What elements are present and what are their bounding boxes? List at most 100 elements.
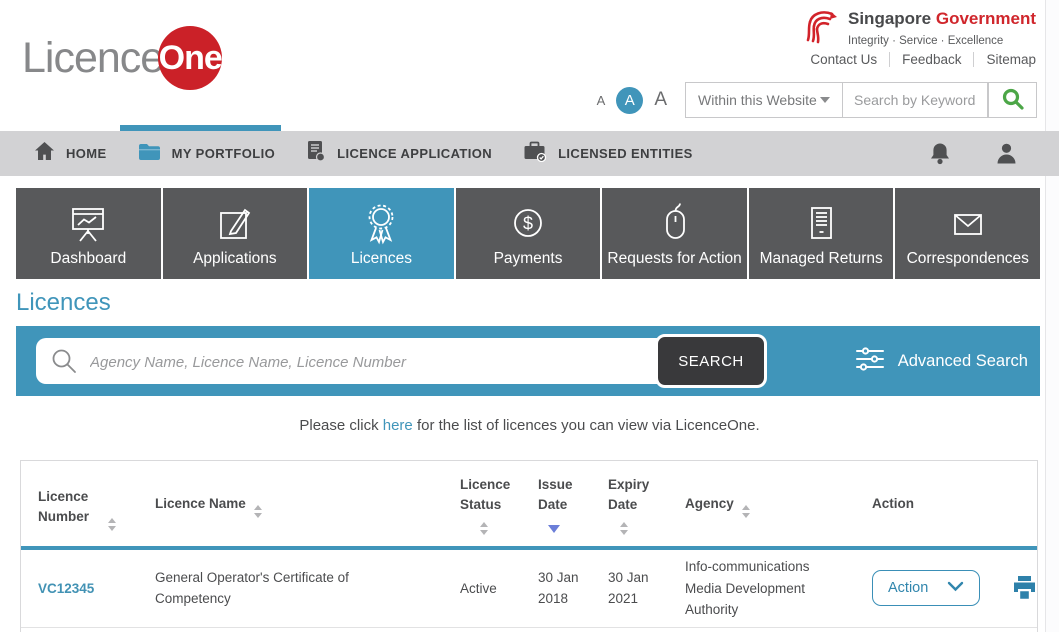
sort-icon[interactable] (254, 505, 262, 518)
sort-icon[interactable] (480, 522, 538, 535)
tab-dashboard[interactable]: Dashboard (16, 188, 161, 279)
font-size-large-button[interactable]: A (654, 89, 667, 111)
folder-icon (138, 142, 161, 166)
applications-edit-icon (213, 200, 257, 248)
site-search-bar: A A A Within this Website (597, 82, 1037, 118)
tab-requests-for-action[interactable]: Requests for Action (602, 188, 747, 279)
licence-number-cell: VC12345 (38, 578, 155, 600)
col-header-agency[interactable]: Agency (685, 461, 872, 546)
singapore-government-logo: Singapore Government Integrity · Service… (804, 8, 1036, 53)
search-scope-value: Within this Website (698, 92, 817, 108)
action-dropdown-button[interactable]: Action (872, 570, 980, 606)
tab-dashboard-label: Dashboard (50, 250, 126, 268)
licence-status-cell: Active (460, 578, 538, 600)
status-value: Active (460, 581, 497, 596)
nav-my-portfolio[interactable]: MY PORTFOLIO (138, 142, 276, 166)
tab-managed-returns[interactable]: Managed Returns (749, 188, 894, 279)
document-seal-icon (306, 140, 326, 167)
keyword-search-input[interactable] (843, 82, 988, 118)
home-icon (34, 141, 55, 166)
licence-name-cell: General Operator's Certificate of Compet… (155, 567, 460, 610)
nav-licensed-entities-label: LICENSED ENTITIES (558, 146, 693, 161)
licences-table: Licence Number Licence Name Licence Stat… (20, 460, 1038, 632)
portfolio-tabs: Dashboard Applications Licences (16, 188, 1040, 279)
nav-licence-application-label: LICENCE APPLICATION (337, 146, 492, 161)
page-title: Licences (16, 289, 111, 317)
sliders-icon (855, 346, 885, 377)
font-size-small-button[interactable]: A (597, 93, 606, 108)
chevron-down-icon (820, 97, 830, 103)
table-header-row: Licence Number Licence Name Licence Stat… (21, 461, 1037, 546)
site-search-button[interactable] (988, 82, 1037, 118)
search-icon (50, 347, 78, 380)
action-cell: Action (872, 570, 1038, 606)
col-header-issue-date[interactable]: Issue Date (538, 461, 608, 546)
notice-text-pre: Please click (299, 417, 382, 434)
search-icon (1001, 87, 1025, 114)
svg-text:$: $ (523, 214, 533, 234)
search-button[interactable]: SEARCH (655, 334, 767, 388)
page-right-edge (1045, 0, 1059, 632)
issue-date-cell: 30 Jan 2018 (538, 567, 608, 610)
nav-licensed-entities[interactable]: LICENSED ENTITIES (523, 140, 693, 167)
tab-licences[interactable]: Licences (309, 188, 454, 279)
tab-payments-label: Payments (494, 250, 563, 268)
main-navigation: HOME MY PORTFOLIO (0, 131, 1059, 176)
utility-links: Contact Us Feedback Sitemap (798, 52, 1036, 67)
tab-correspondences-label: Correspondences (907, 250, 1029, 268)
lion-head-icon (804, 8, 840, 53)
tab-requests-for-action-label: Requests for Action (607, 250, 741, 268)
feedback-link[interactable]: Feedback (889, 52, 973, 67)
licence-search-panel: SEARCH Advanced Search (16, 326, 1040, 396)
chevron-down-icon (947, 580, 964, 596)
sort-icon[interactable] (620, 522, 685, 535)
payments-dollar-icon: $ (506, 200, 550, 248)
sort-icon[interactable] (742, 505, 750, 518)
nav-licence-application[interactable]: LICENCE APPLICATION (306, 140, 492, 167)
licenceone-logo[interactable]: Licence One (22, 26, 222, 90)
licenceone-page: Licence One Singapore Government (0, 0, 1059, 632)
dashboard-chart-icon (66, 200, 110, 248)
col-header-expiry-date[interactable]: Expiry Date (608, 461, 685, 546)
notifications-bell-icon[interactable] (929, 142, 951, 165)
agency-cell: Info-communications Media Development Au… (685, 556, 872, 621)
licences-rosette-icon (359, 200, 403, 248)
sitemap-link[interactable]: Sitemap (973, 52, 1036, 67)
sort-icon[interactable] (108, 518, 116, 531)
font-size-controls: A A A (597, 87, 667, 114)
here-link[interactable]: here (383, 417, 413, 434)
returns-document-icon (799, 200, 843, 248)
logo-red-circle: One (158, 26, 222, 90)
advanced-search-button[interactable]: Advanced Search (855, 326, 1030, 396)
tab-applications[interactable]: Applications (163, 188, 308, 279)
active-tab-indicator (120, 125, 281, 131)
sort-active-desc-icon[interactable] (548, 525, 608, 533)
logo-one: One (159, 39, 222, 78)
licence-number-link[interactable]: VC12345 (38, 581, 94, 596)
tab-payments[interactable]: $ Payments (456, 188, 601, 279)
briefcase-check-icon (523, 140, 547, 167)
tab-applications-label: Applications (193, 250, 277, 268)
licence-search-input[interactable] (88, 338, 652, 386)
gov-singapore-text: Singapore (848, 9, 931, 28)
logo-word: Licence (22, 34, 163, 83)
tab-managed-returns-label: Managed Returns (760, 250, 883, 268)
contact-us-link[interactable]: Contact Us (798, 52, 889, 67)
envelope-icon (946, 200, 990, 248)
col-header-licence-number[interactable]: Licence Number (38, 461, 155, 546)
col-header-licence-status[interactable]: Licence Status (460, 461, 538, 546)
tab-correspondences[interactable]: Correspondences (895, 188, 1040, 279)
expiry-date-cell: 30 Jan 2021 (608, 567, 685, 610)
search-scope-select[interactable]: Within this Website (685, 82, 843, 118)
col-header-action: Action (872, 461, 1037, 546)
print-icon[interactable] (1011, 575, 1038, 601)
gov-government-text: Government (936, 9, 1036, 28)
gov-motto: Integrity · Service · Excellence (848, 35, 1003, 47)
nav-home[interactable]: HOME (34, 141, 107, 166)
tab-licences-label: Licences (351, 250, 412, 268)
nav-my-portfolio-label: MY PORTFOLIO (172, 146, 276, 161)
col-header-licence-name[interactable]: Licence Name (155, 461, 460, 546)
licence-search-field: SEARCH (36, 338, 766, 384)
user-account-icon[interactable] (996, 143, 1017, 164)
font-size-medium-button[interactable]: A (616, 87, 643, 114)
